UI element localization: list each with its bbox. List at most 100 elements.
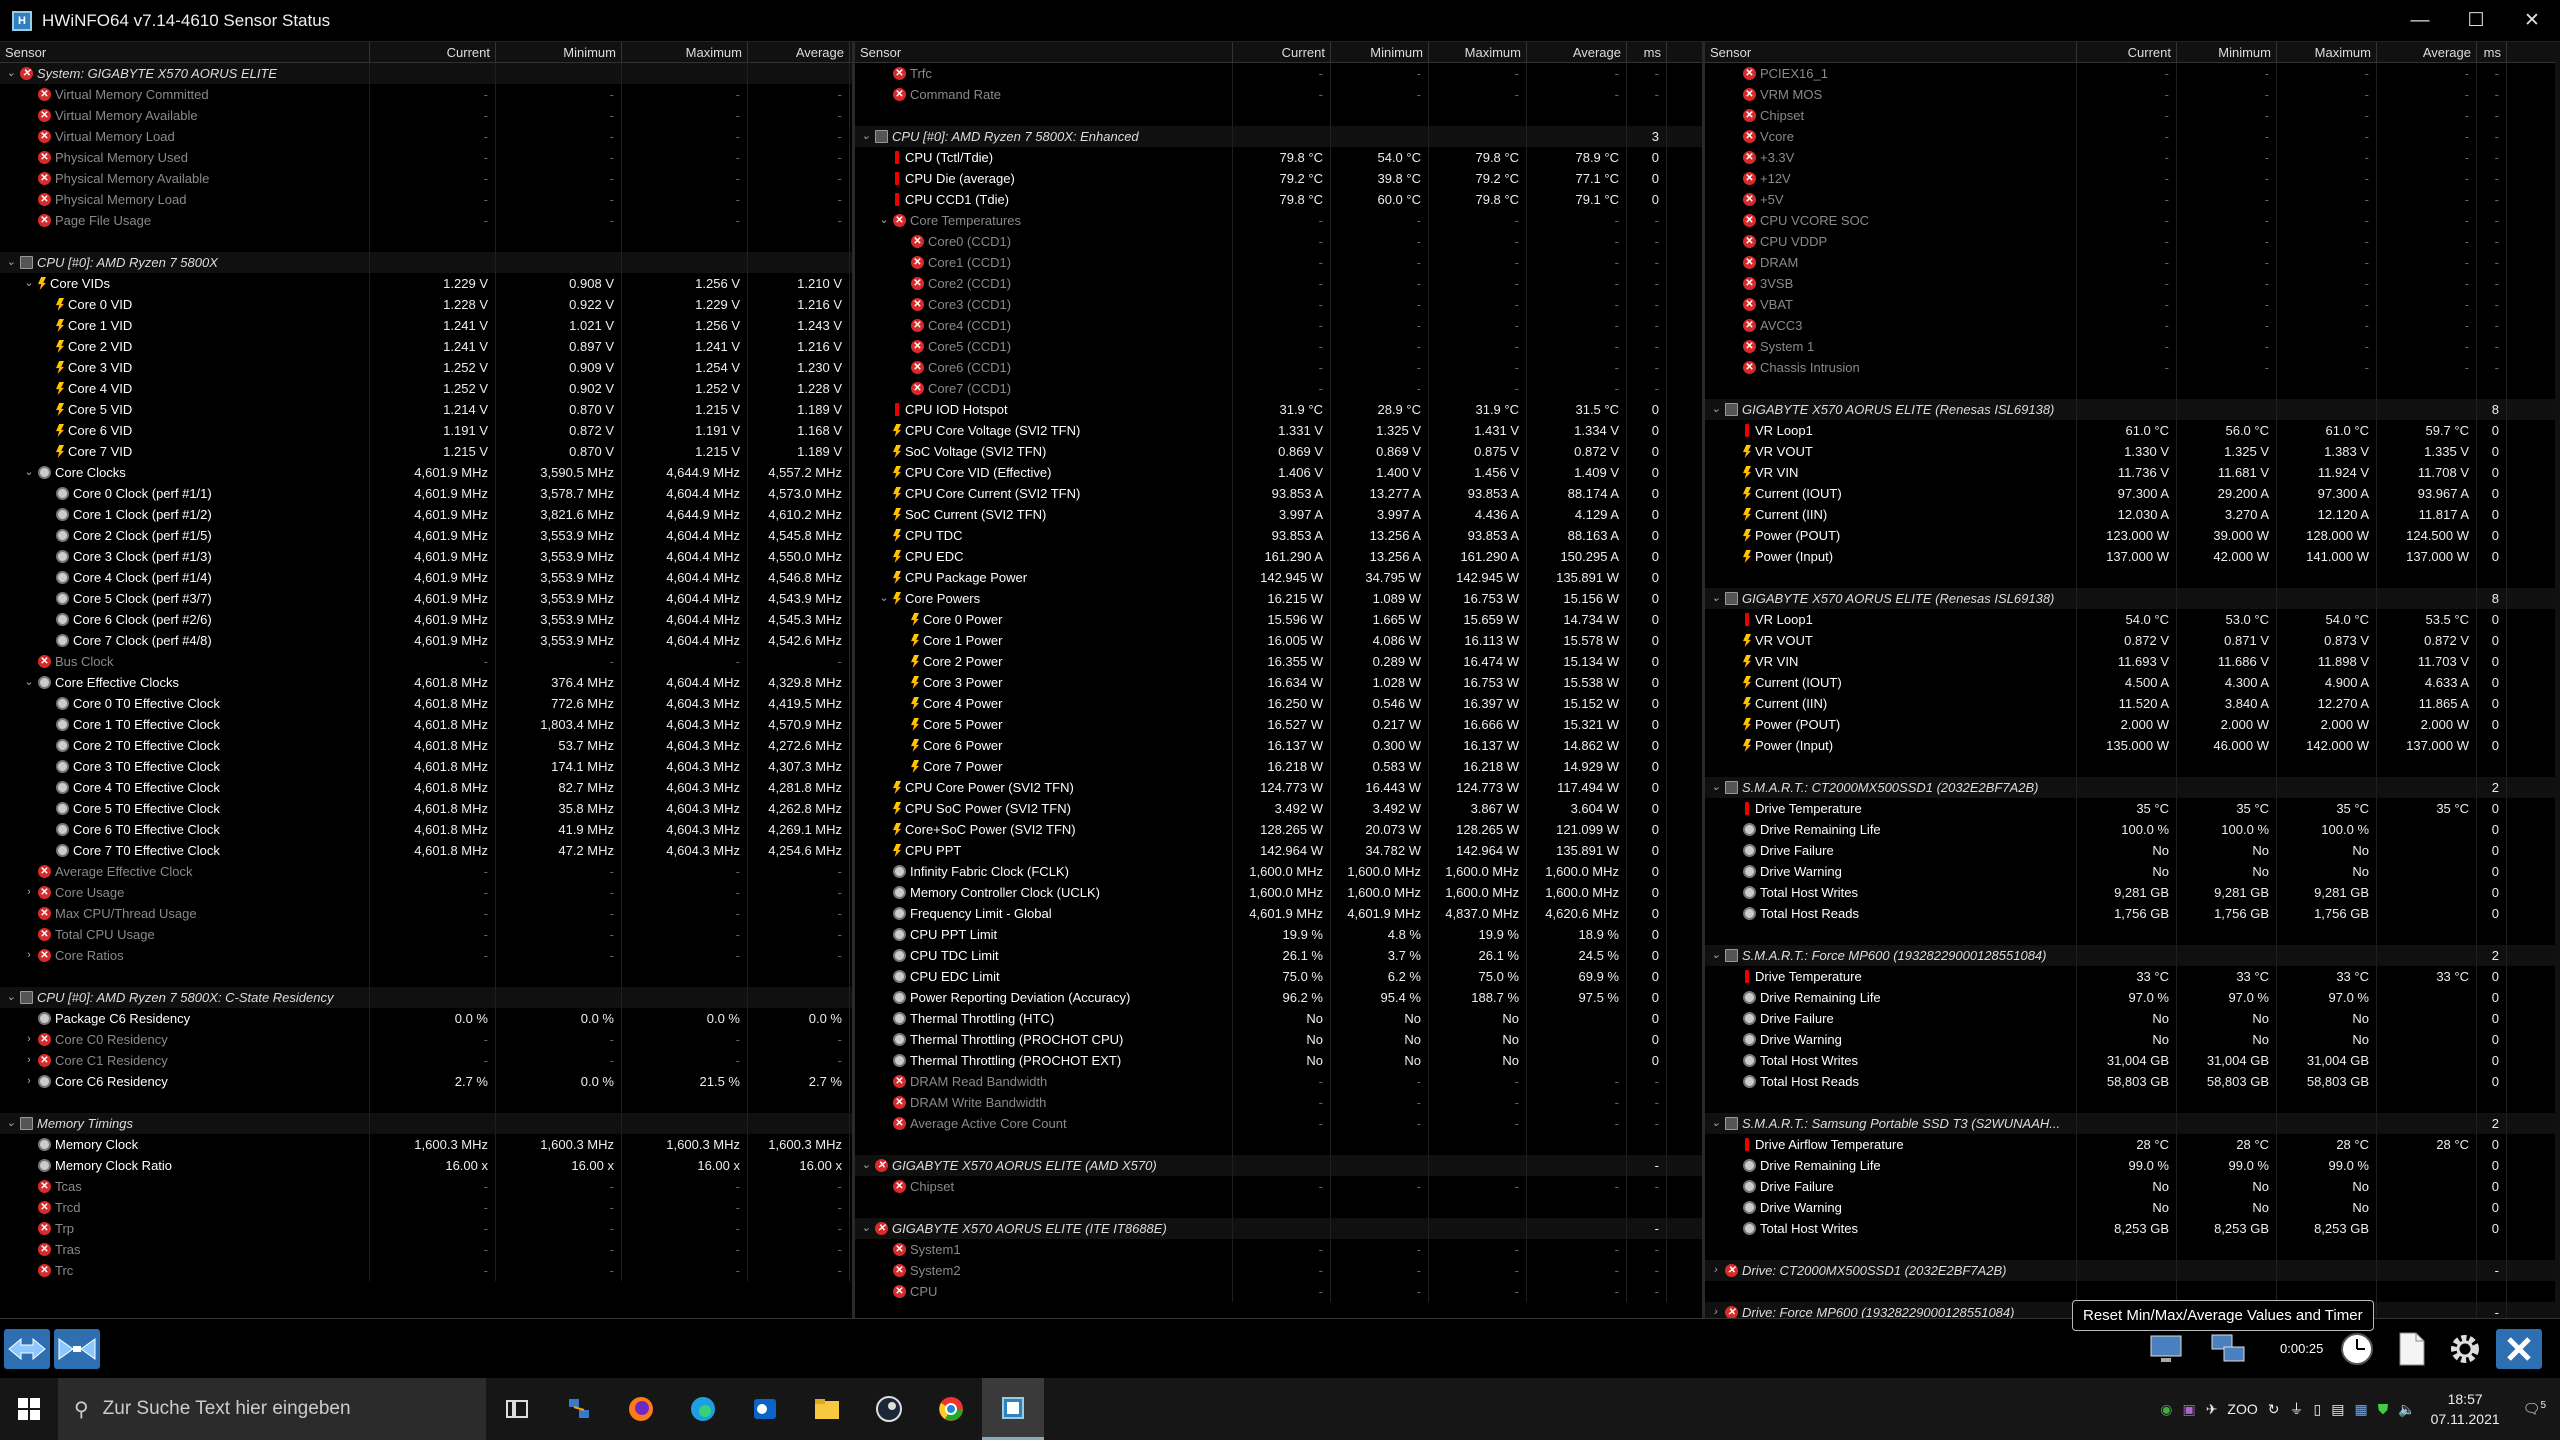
sensor-row[interactable]: Drive Warning No No No 0 — [1705, 861, 2560, 882]
sensor-row[interactable]: Package C6 Residency 0.0 % 0.0 % 0.0 % 0.0 % — [0, 1008, 852, 1029]
sensor-row[interactable]: VR VIN 11.693 V 11.686 V 11.898 V 11.703 V0 — [1705, 651, 2560, 672]
sensor-row[interactable]: ›Core Usage---- — [0, 882, 852, 903]
sensor-row[interactable]: ⌄ Core Powers 16.215 W 1.089 W 16.753 W 15.15… — [855, 588, 1702, 609]
sensor-group-row[interactable]: ⌄ S.M.A.R.T.: Force MP600 (19328229000128… — [1705, 945, 2560, 966]
sensor-row[interactable]: Total Host Writes 31,004 GB 31,004 GB 31,00… — [1705, 1050, 2560, 1071]
sensor-row[interactable]: Total CPU Usage---- — [0, 924, 852, 945]
sensor-pane-2[interactable]: Sensor Current Minimum Maximum Average m… — [855, 42, 1705, 1318]
sensor-group-row[interactable]: ⌄ Memory Timings — [0, 1113, 852, 1134]
sensor-row[interactable]: CPU (Tctl/Tdie) 79.8 °C 54.0 °C 79.8 °C 78.9… — [855, 147, 1702, 168]
expand-arrow-icon[interactable]: › — [22, 1050, 36, 1071]
col-minimum[interactable]: Minimum — [1331, 42, 1429, 63]
sensor-group-row[interactable]: ⌄ S.M.A.R.T.: Samsung Portable SSD T3 (S2… — [1705, 1113, 2560, 1134]
sensor-row[interactable]: VRM MOS----- — [1705, 84, 2560, 105]
log-file-button[interactable] — [2388, 1329, 2434, 1369]
sensor-row[interactable]: Core 0 Power 15.596 W 1.665 W 15.659 W 14.73… — [855, 609, 1702, 630]
vertical-scrollbar[interactable] — [2555, 42, 2560, 1318]
sensor-row[interactable]: Drive Temperature 33 °C 33 °C 33 °C 33 °C 0 — [1705, 966, 2560, 987]
col-current[interactable]: Current — [370, 42, 496, 63]
sensor-row[interactable]: CPU TDC Limit 26.1 % 3.7 % 26.1 % 24.5 % 0 — [855, 945, 1702, 966]
prev-arrows-button[interactable] — [4, 1329, 50, 1369]
taskbar-search-box[interactable]: ⚲ Zur Suche Text hier eingeben — [58, 1378, 486, 1440]
sensor-row[interactable]: ⌄Core Temperatures----- — [855, 210, 1702, 231]
sensor-row[interactable]: Drive Remaining Life 100.0 % 100.0 % 100.0 … — [1705, 819, 2560, 840]
sensor-row[interactable]: Trc---- — [0, 1260, 852, 1281]
collapse-arrow-icon[interactable]: ⌄ — [877, 588, 891, 609]
sensor-row[interactable]: Memory Clock Ratio 16.00 x 16.00 x 16.00 x1… — [0, 1155, 852, 1176]
sensor-row[interactable]: CPU EDC Limit 75.0 % 6.2 % 75.0 % 69.9 % 0 — [855, 966, 1702, 987]
sensor-row[interactable]: Core7 (CCD1)----- — [855, 378, 1702, 399]
settings-button[interactable] — [2442, 1329, 2488, 1369]
col-sensor[interactable]: Sensor — [0, 42, 370, 63]
sensor-row[interactable]: VR Loop1 54.0 °C 53.0 °C 54.0 °C 53.5 °C 0 — [1705, 609, 2560, 630]
sensor-row[interactable]: Core 6 Clock (perf #2/6) 4,601.9 MHz 3,553… — [0, 609, 852, 630]
sensor-row[interactable]: Core 4 VID 1.252 V 0.902 V 1.252 V 1.228 V — [0, 378, 852, 399]
collapse-arrow-icon[interactable]: ⌄ — [4, 63, 18, 84]
sensor-row[interactable]: Drive Remaining Life 97.0 % 97.0 % 97.0 % 0 — [1705, 987, 2560, 1008]
sensor-row[interactable]: Virtual Memory Available---- — [0, 105, 852, 126]
sensor-row[interactable]: VR VOUT 0.872 V 0.871 V 0.873 V 0.872 V0 — [1705, 630, 2560, 651]
sensor-row[interactable]: Total Host Reads 1,756 GB 1,756 GB 1,756 GB… — [1705, 903, 2560, 924]
sensor-row[interactable]: Drive Warning No No No 0 — [1705, 1197, 2560, 1218]
taskbar-clock[interactable]: 18:57 07.11.2021 — [2431, 1389, 2500, 1429]
title-bar[interactable]: H HWiNFO64 v7.14-4610 Sensor Status — ☐ … — [0, 0, 2560, 42]
sensor-row[interactable]: Chipset----- — [1705, 105, 2560, 126]
sensor-row[interactable]: Trfc----- — [855, 63, 1702, 84]
collapse-arrow-icon[interactable]: ⌄ — [1709, 1113, 1723, 1134]
sensor-row[interactable]: Core 0 VID 1.228 V 0.922 V 1.229 V 1.216 V — [0, 294, 852, 315]
sensor-row[interactable]: Current (IOUT) 97.300 A 29.200 A 97.300 A 93… — [1705, 483, 2560, 504]
sensor-row[interactable]: DRAM----- — [1705, 252, 2560, 273]
col-current[interactable]: Current — [2077, 42, 2177, 63]
sensor-row[interactable]: Max CPU/Thread Usage---- — [0, 903, 852, 924]
sensor-row[interactable]: Core 0 T0 Effective Clock 4,601.8 MHz 772.… — [0, 693, 852, 714]
network-computer-button[interactable] — [2144, 1329, 2190, 1369]
sensor-row[interactable]: Physical Memory Used---- — [0, 147, 852, 168]
sensor-row[interactable]: Tcas---- — [0, 1176, 852, 1197]
sensor-row[interactable]: CPU Core Power (SVI2 TFN) 124.773 W 16.443… — [855, 777, 1702, 798]
collapse-arrow-icon[interactable]: ⌄ — [859, 1155, 873, 1176]
sensor-row[interactable]: CPU Core Voltage (SVI2 TFN) 1.331 V 1.325 … — [855, 420, 1702, 441]
sensor-row[interactable]: Trcd---- — [0, 1197, 852, 1218]
sensor-row[interactable]: System1----- — [855, 1239, 1702, 1260]
sensor-row[interactable]: Tras---- — [0, 1239, 852, 1260]
sensor-row[interactable]: Vcore----- — [1705, 126, 2560, 147]
column-header[interactable]: Sensor Current Minimum Maximum Average — [0, 42, 852, 63]
collapse-arrow-icon[interactable]: ⌄ — [877, 210, 891, 231]
sensor-group-row[interactable]: ⌄ CPU [#0]: AMD Ryzen 7 5800X: Enhanced 3 — [855, 126, 1702, 147]
sensor-row[interactable]: Virtual Memory Committed---- — [0, 84, 852, 105]
sensor-row[interactable]: Total Host Writes 8,253 GB 8,253 GB 8,253 G… — [1705, 1218, 2560, 1239]
sensor-row[interactable]: Drive Warning No No No 0 — [1705, 1029, 2560, 1050]
col-minimum[interactable]: Minimum — [2177, 42, 2277, 63]
sensor-row[interactable]: Power Reporting Deviation (Accuracy) 96.2… — [855, 987, 1702, 1008]
sensor-row[interactable]: Thermal Throttling (HTC) No No No 0 — [855, 1008, 1702, 1029]
expand-arrow-icon[interactable]: › — [22, 1071, 36, 1092]
outlook-icon[interactable] — [734, 1378, 796, 1440]
hwinfo-taskbar-icon[interactable] — [982, 1378, 1044, 1440]
sensor-row[interactable]: Physical Memory Load---- — [0, 189, 852, 210]
col-ms[interactable]: ms — [2477, 42, 2507, 63]
refresh-tray-icon[interactable]: ↻ — [2268, 1401, 2280, 1418]
expand-arrow-icon[interactable]: › — [1709, 1302, 1723, 1318]
sensor-row[interactable]: Core 7 Power 16.218 W 0.583 W 16.218 W 14.92… — [855, 756, 1702, 777]
usb-tray-icon[interactable]: ⏚ — [2290, 1399, 2304, 1419]
sensor-row[interactable]: Core 5 Clock (perf #3/7) 4,601.9 MHz 3,553… — [0, 588, 852, 609]
sensor-row[interactable]: Average Effective Clock---- — [0, 861, 852, 882]
sensor-row[interactable]: Core6 (CCD1)----- — [855, 357, 1702, 378]
sensor-row[interactable]: Drive Failure No No No 0 — [1705, 1176, 2560, 1197]
collapse-arrow-icon[interactable]: ⌄ — [4, 252, 18, 273]
sensor-row[interactable]: CPU Core VID (Effective) 1.406 V 1.400 V 1.… — [855, 462, 1702, 483]
sensor-row[interactable]: Core 6 Power 16.137 W 0.300 W 16.137 W 14.86… — [855, 735, 1702, 756]
sensor-row[interactable]: Core 7 T0 Effective Clock 4,601.8 MHz 47.2… — [0, 840, 852, 861]
sensor-row[interactable]: Power (POUT) 123.000 W 39.000 W 128.000 W 12… — [1705, 525, 2560, 546]
sensor-row[interactable]: CPU IOD Hotspot 31.9 °C 28.9 °C 31.9 °C 31.5… — [855, 399, 1702, 420]
sensor-row[interactable]: Thermal Throttling (PROCHOT EXT) No No No 0 — [855, 1050, 1702, 1071]
sensor-row[interactable]: CPU Package Power 142.945 W 34.795 W 142.94… — [855, 567, 1702, 588]
sensor-group-row[interactable]: ⌄GIGABYTE X570 AORUS ELITE (ITE IT8688E)… — [855, 1218, 1702, 1239]
sensor-group-row[interactable]: ⌄ CPU [#0]: AMD Ryzen 7 5800X — [0, 252, 852, 273]
sensor-group-row[interactable]: ⌄ CPU [#0]: AMD Ryzen 7 5800X: C-State Re… — [0, 987, 852, 1008]
sensor-group-row[interactable]: ›Drive: CT2000MX500SSD1 (2032E2BF7A2B)- — [1705, 1260, 2560, 1281]
sensor-row[interactable]: Core0 (CCD1)----- — [855, 231, 1702, 252]
sensor-row[interactable]: VR VIN 11.736 V 11.681 V 11.924 V 11.708 V0 — [1705, 462, 2560, 483]
sensor-row[interactable]: Power (Input) 137.000 W 42.000 W 141.000 W1… — [1705, 546, 2560, 567]
sensor-pane-3[interactable]: Sensor Current Minimum Maximum Average m… — [1705, 42, 2560, 1318]
